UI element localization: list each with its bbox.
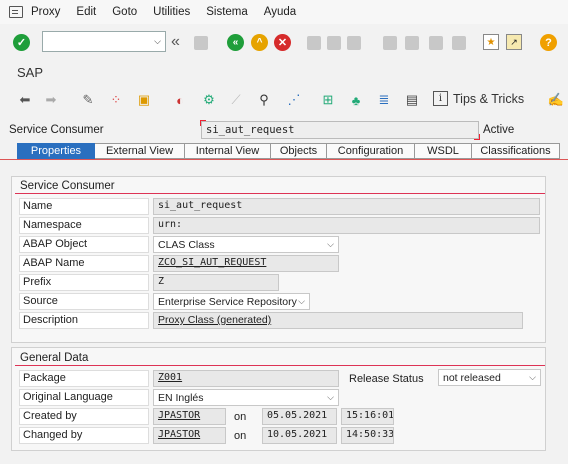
save-icon[interactable] (194, 36, 208, 50)
panel-rule (15, 365, 545, 366)
chevron-down-icon: ⌵ (327, 392, 334, 402)
print-icon[interactable] (307, 36, 321, 50)
changed-time: 14:50:33 (341, 427, 394, 444)
object-status: Active (483, 124, 515, 136)
info-icon: i (433, 91, 448, 106)
test-icon[interactable]: ⚙ (201, 92, 217, 108)
namespace-label: Namespace (19, 217, 149, 234)
service-consumer-field[interactable]: si_aut_request (200, 120, 480, 140)
first-page-icon[interactable] (383, 36, 397, 50)
prev-page-icon[interactable] (405, 36, 419, 50)
abap-name-label: ABAP Name (19, 255, 149, 272)
created-date: 05.05.2021 (262, 408, 337, 425)
display-change-icon[interactable]: ✎ (80, 92, 96, 108)
check-object-icon[interactable]: ◐ (172, 92, 188, 108)
original-language-label: Original Language (19, 389, 149, 406)
find-icon[interactable] (327, 36, 341, 50)
next-page-icon[interactable] (429, 36, 443, 50)
help-icon[interactable]: ? (540, 34, 557, 51)
source-select[interactable]: Enterprise Service Repository ⌵ (153, 293, 310, 310)
abap-name-field[interactable]: ZCO_SI_AUT_REQUEST (153, 255, 339, 272)
abap-object-label: ABAP Object (19, 236, 149, 253)
menu-ayuda[interactable]: Ayuda (264, 6, 296, 18)
name-field[interactable]: si_aut_request (153, 198, 540, 215)
menu-goto[interactable]: Goto (112, 6, 137, 18)
created-time: 15:16:01 (341, 408, 394, 425)
panel-rule (15, 193, 545, 194)
chevron-down-icon: ⌵ (154, 36, 161, 46)
name-label: Name (19, 198, 149, 215)
tab-wsdl[interactable]: WSDL (415, 143, 472, 159)
chevron-down-icon: ⌵ (529, 372, 536, 382)
document-icon[interactable]: ▤ (404, 92, 420, 108)
source-label: Source (19, 293, 149, 310)
description-label: Description (19, 312, 149, 329)
changed-by-label: Changed by (19, 427, 149, 444)
arrow-left-icon[interactable]: ⬅ (17, 92, 33, 108)
tab-strip: Properties External View Internal View O… (17, 143, 560, 159)
changed-on-label: on (234, 430, 247, 442)
panel-title: General Data (20, 352, 89, 364)
navigation-icon[interactable]: ⋰ (286, 92, 302, 108)
created-by-label: Created by (19, 408, 149, 425)
back-double-icon[interactable]: « (171, 33, 180, 51)
release-status-select[interactable]: not released ⌵ (438, 369, 541, 386)
prefix-label: Prefix (19, 274, 149, 291)
tab-external-view[interactable]: External View (95, 143, 185, 159)
abap-object-select[interactable]: CLAS Class ⌵ (153, 236, 339, 253)
chevron-down-icon: ⌵ (327, 239, 334, 249)
changed-date: 10.05.2021 (262, 427, 337, 444)
menu-proxy[interactable]: Proxy (31, 6, 60, 18)
created-by-user[interactable]: JPASTOR (153, 408, 226, 425)
cancel-icon[interactable]: ✕ (274, 34, 291, 51)
new-session-icon[interactable]: ★ (483, 34, 499, 50)
shortcut-icon[interactable]: ↗ (506, 34, 522, 50)
tab-internal-view[interactable]: Internal View (185, 143, 271, 159)
last-page-icon[interactable] (452, 36, 466, 50)
back-icon[interactable]: « (227, 34, 244, 51)
tips-and-tricks-button[interactable]: i Tips & Tricks (433, 91, 524, 106)
exit-icon[interactable]: ^ (251, 34, 268, 51)
command-field[interactable]: ⌵ (42, 31, 166, 52)
check-icon[interactable]: ✓ (13, 34, 30, 51)
standard-toolbar: ✓ ⌵ « « ^ ✕ ★ ↗ ? (0, 28, 568, 58)
find-next-icon[interactable] (347, 36, 361, 50)
tree-icon[interactable]: ♣ (348, 92, 364, 108)
activate-icon[interactable]: ▣ (136, 92, 152, 108)
menu-sistema[interactable]: Sistema (206, 6, 248, 18)
changed-by-user[interactable]: JPASTOR (153, 427, 226, 444)
tab-classifications[interactable]: Classifications (472, 143, 560, 159)
menu-bar: Proxy Edit Goto Utilities Sistema Ayuda (0, 0, 568, 24)
edit-icon[interactable]: ✍ (548, 92, 564, 108)
original-language-select[interactable]: EN Inglés ⌵ (153, 389, 339, 406)
service-consumer-label: Service Consumer (9, 124, 104, 136)
arrow-right-icon[interactable]: ➡ (43, 92, 59, 108)
tab-divider (0, 159, 568, 160)
prefix-field[interactable]: Z (153, 274, 279, 291)
menu-edit[interactable]: Edit (76, 6, 96, 18)
description-field[interactable]: Proxy Class (generated) (153, 312, 523, 329)
other-object-icon[interactable]: ⁘ (108, 92, 124, 108)
tips-label: Tips & Tricks (453, 91, 525, 106)
tab-objects[interactable]: Objects (271, 143, 327, 159)
package-label: Package (19, 370, 149, 387)
application-toolbar: ⬅ ➡ ✎ ⁘ ▣ ◐ ⚙ ⟋ ⚲ ⋰ ⊞ ♣ ≣ ▤ i Tips & Tri… (0, 88, 568, 112)
release-status-label: Release Status (349, 373, 424, 385)
app-title: SAP (17, 65, 44, 80)
wand-icon[interactable]: ⟋ (228, 92, 244, 108)
namespace-field[interactable]: urn: (153, 217, 540, 234)
layers-icon[interactable]: ≣ (376, 92, 392, 108)
hierarchy-icon[interactable]: ⊞ (320, 92, 336, 108)
created-on-label: on (234, 411, 247, 423)
panel-title: Service Consumer (20, 180, 115, 192)
tab-properties[interactable]: Properties (17, 143, 95, 159)
tab-configuration[interactable]: Configuration (327, 143, 415, 159)
menu-utilities[interactable]: Utilities (153, 6, 190, 18)
where-used-icon[interactable]: ⚲ (256, 92, 272, 108)
package-field[interactable]: Z001 (153, 370, 339, 387)
menu-icon[interactable] (9, 6, 23, 18)
chevron-down-icon: ⌵ (298, 296, 305, 306)
